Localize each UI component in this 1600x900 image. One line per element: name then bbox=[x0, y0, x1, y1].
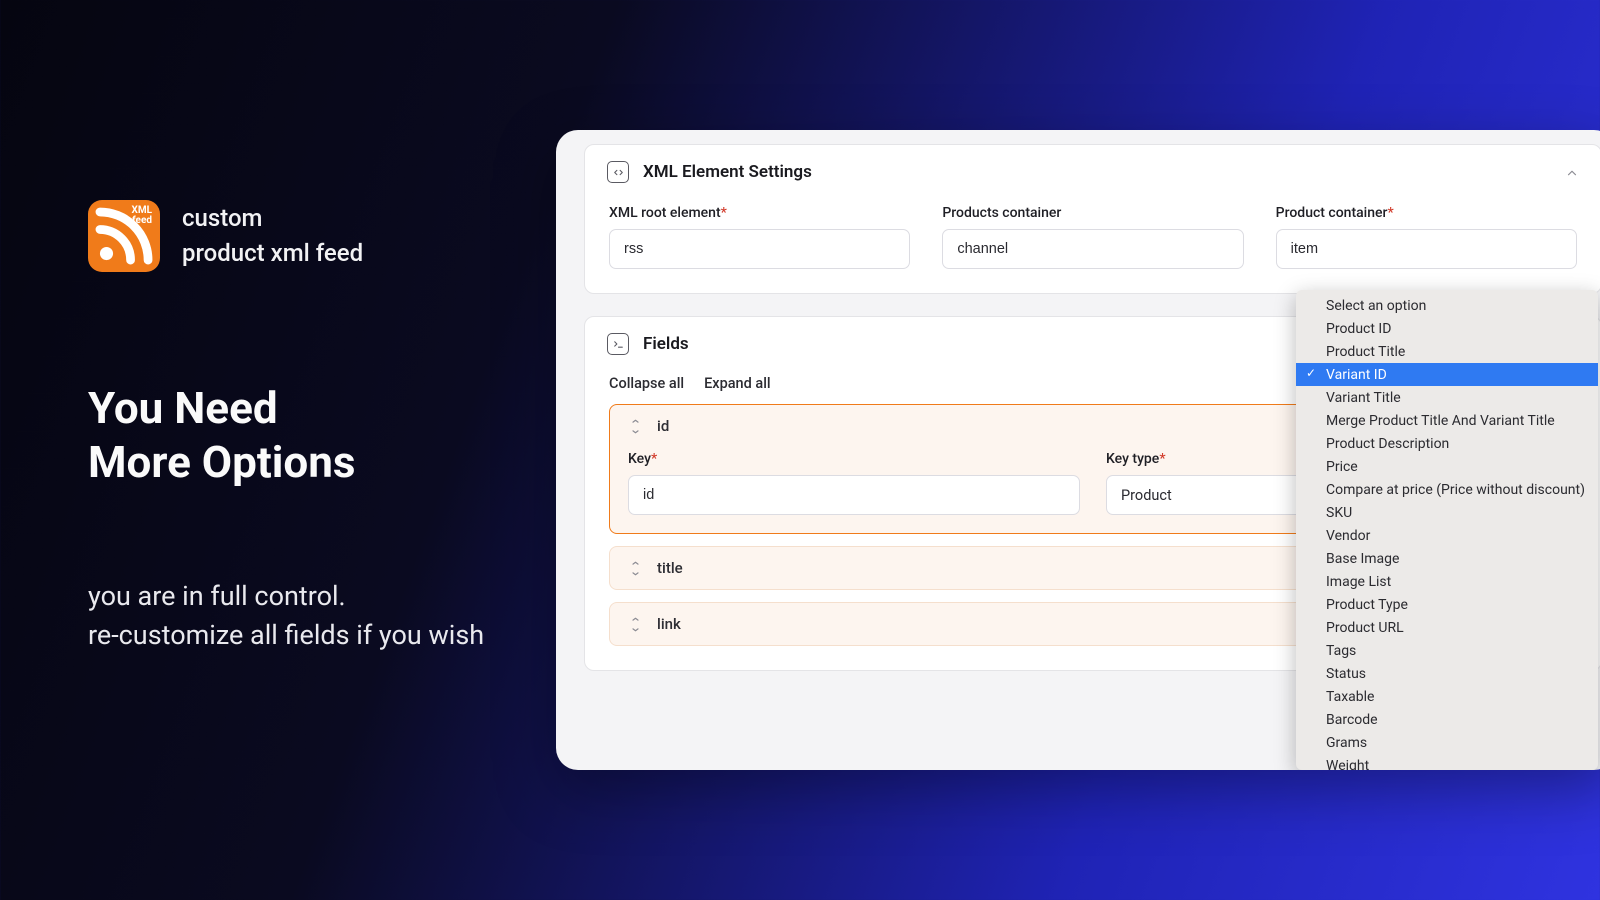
xml-root-label: XML root element bbox=[609, 205, 721, 221]
dropdown-option[interactable]: Product ID bbox=[1296, 317, 1598, 340]
dropdown-option[interactable]: Product Title bbox=[1296, 340, 1598, 363]
dropdown-option[interactable]: Product URL bbox=[1296, 616, 1598, 639]
key-type-value: Product bbox=[1121, 487, 1172, 504]
drag-handle-icon[interactable] bbox=[628, 617, 643, 632]
fields-title: Fields bbox=[643, 334, 689, 354]
chevron-up-icon[interactable] bbox=[1565, 165, 1579, 179]
products-container-label: Products container bbox=[942, 205, 1061, 221]
code-icon bbox=[607, 161, 629, 183]
dropdown-option[interactable]: Product Type bbox=[1296, 593, 1598, 616]
dropdown-option[interactable]: Base Image bbox=[1296, 547, 1598, 570]
dropdown-option[interactable]: Product Description bbox=[1296, 432, 1598, 455]
expand-all-button[interactable]: Expand all bbox=[704, 375, 771, 392]
collapse-all-button[interactable]: Collapse all bbox=[609, 375, 684, 392]
dropdown-option[interactable]: Price bbox=[1296, 455, 1598, 478]
key-label: Key bbox=[628, 451, 651, 467]
key-type-label: Key type bbox=[1106, 451, 1159, 467]
dropdown-option[interactable]: Variant ID bbox=[1296, 363, 1598, 386]
terminal-icon bbox=[607, 333, 629, 355]
products-container-input[interactable] bbox=[942, 229, 1243, 269]
dropdown-option[interactable]: Image List bbox=[1296, 570, 1598, 593]
brand-text: custom product xml feed bbox=[182, 201, 363, 271]
dropdown-option[interactable]: Tags bbox=[1296, 639, 1598, 662]
dropdown-option[interactable]: Vendor bbox=[1296, 524, 1598, 547]
field-item-link-name: link bbox=[657, 615, 681, 633]
drag-handle-icon[interactable] bbox=[628, 561, 643, 576]
headline: You Need More Options bbox=[88, 382, 508, 489]
xml-root-field: XML root element* bbox=[609, 205, 910, 269]
xml-settings-title: XML Element Settings bbox=[643, 162, 812, 182]
field-item-title-name: title bbox=[657, 559, 683, 577]
subheadline: you are in full control. re-customize al… bbox=[88, 577, 488, 654]
xml-settings-header[interactable]: XML Element Settings bbox=[585, 145, 1600, 199]
field-item-id-name: id bbox=[657, 417, 669, 435]
marketing-pane: XML feed custom product xml feed You Nee… bbox=[88, 200, 508, 654]
product-container-input[interactable] bbox=[1276, 229, 1577, 269]
dropdown-option[interactable]: Grams bbox=[1296, 731, 1598, 754]
logo-badge: XML feed bbox=[131, 206, 152, 226]
dropdown-option[interactable]: Taxable bbox=[1296, 685, 1598, 708]
dropdown-option[interactable]: Weight bbox=[1296, 754, 1598, 770]
dropdown-option[interactable]: Merge Product Title And Variant Title bbox=[1296, 409, 1598, 432]
dropdown-option[interactable]: SKU bbox=[1296, 501, 1598, 524]
dropdown-option[interactable]: Variant Title bbox=[1296, 386, 1598, 409]
dropdown-option[interactable]: Barcode bbox=[1296, 708, 1598, 731]
product-container-field: Product container* bbox=[1276, 205, 1577, 269]
dropdown-option[interactable]: Status bbox=[1296, 662, 1598, 685]
app-logo-icon: XML feed bbox=[88, 200, 160, 272]
product-container-label: Product container bbox=[1276, 205, 1388, 221]
products-container-field: Products container bbox=[942, 205, 1243, 269]
dropdown-option[interactable]: Compare at price (Price without discount… bbox=[1296, 478, 1598, 501]
app-panel: XML Element Settings XML root element* P… bbox=[556, 130, 1600, 770]
key-input[interactable] bbox=[628, 475, 1080, 515]
dropdown-option[interactable]: Select an option bbox=[1296, 294, 1598, 317]
value-dropdown[interactable]: Select an optionProduct IDProduct TitleV… bbox=[1296, 290, 1598, 770]
brand-block: XML feed custom product xml feed bbox=[88, 200, 508, 272]
xml-settings-card: XML Element Settings XML root element* P… bbox=[584, 144, 1600, 294]
drag-handle-icon[interactable] bbox=[628, 419, 643, 434]
xml-root-input[interactable] bbox=[609, 229, 910, 269]
